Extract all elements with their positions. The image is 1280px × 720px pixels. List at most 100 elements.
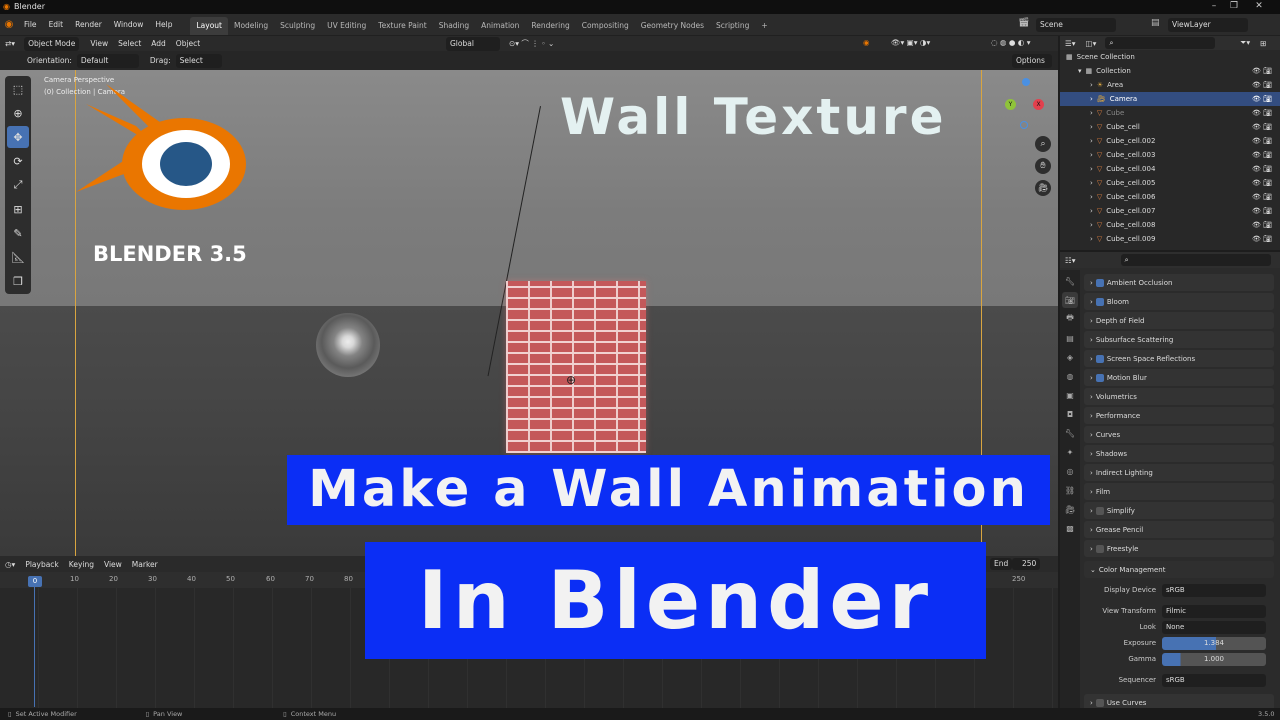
editor-type-icon[interactable]: ⇄▾	[0, 39, 20, 48]
chevron-right-icon[interactable]: ›	[1090, 207, 1093, 215]
render-panel[interactable]: › Bloom	[1084, 293, 1274, 310]
filter-icon[interactable]: ⏷▾	[1235, 38, 1255, 48]
scale-icon[interactable]: ⤢	[7, 174, 29, 196]
scene-selector[interactable]: Scene	[1036, 18, 1116, 32]
playhead[interactable]: 0	[28, 576, 42, 587]
properties-editor-icon[interactable]: ☷▾	[1060, 256, 1081, 265]
visibility-toggle-icon[interactable]: 👁︎ 📷︎	[1252, 137, 1272, 145]
output-tab-icon[interactable]: 🖶︎	[1062, 311, 1078, 327]
chevron-right-icon[interactable]: ›	[1090, 95, 1093, 103]
outliner-search-input[interactable]: ⌕	[1105, 37, 1216, 49]
properties-search-input[interactable]: ⌕	[1120, 254, 1271, 266]
annotate-icon[interactable]: ✎	[7, 222, 29, 244]
panel-checkbox[interactable]	[1095, 506, 1104, 515]
render-panel[interactable]: › Shadows	[1084, 445, 1274, 462]
navigation-gizmo[interactable]: Y X	[1000, 78, 1052, 138]
tab-compositing[interactable]: Compositing	[576, 17, 635, 35]
render-panel[interactable]: › Film	[1084, 483, 1274, 500]
tab-animation[interactable]: Animation	[475, 17, 525, 35]
tool-tab-icon[interactable]: 🔧︎	[1062, 273, 1078, 289]
render-panel[interactable]: › Simplify	[1084, 502, 1274, 519]
tab-layout[interactable]: Layout	[190, 16, 228, 35]
transform-icon[interactable]: ⊞	[7, 198, 29, 220]
camera-view-icon[interactable]: 🎥︎	[1035, 180, 1051, 196]
chevron-right-icon[interactable]: ›	[1090, 221, 1093, 229]
hand-pan-icon[interactable]: ✋︎	[1035, 158, 1051, 174]
chevron-right-icon[interactable]: ›	[1090, 137, 1093, 145]
render-panel[interactable]: › Performance	[1084, 407, 1274, 424]
menu-render[interactable]: Render	[69, 14, 108, 36]
chevron-right-icon[interactable]: ›	[1090, 193, 1093, 201]
chevron-right-icon[interactable]: ›	[1090, 179, 1093, 187]
chevron-right-icon[interactable]: ›	[1090, 81, 1093, 89]
visibility-toggle-icon[interactable]: 👁︎ 📷︎	[1252, 193, 1272, 201]
timeline-menu-playback[interactable]: Playback	[20, 560, 63, 569]
visibility-toggle-icon[interactable]: 👁︎ 📷︎	[1252, 109, 1272, 117]
add-cube-icon[interactable]: ❒	[7, 270, 29, 292]
outliner-item[interactable]: › ▽ Cube_cell.008 👁︎ 📷︎	[1060, 218, 1280, 232]
new-collection-icon[interactable]: ⊞	[1255, 39, 1271, 48]
visibility-toggle-icon[interactable]: 👁︎ 📷︎	[1252, 207, 1272, 215]
chevron-right-icon[interactable]: ›	[1090, 123, 1093, 131]
render-tab-icon[interactable]: 📷︎	[1062, 292, 1078, 308]
texture-tab-icon[interactable]: ▩	[1062, 520, 1078, 536]
outliner-scene-collection[interactable]: ▦ Scene Collection	[1060, 50, 1280, 64]
render-panel[interactable]: › Motion Blur	[1084, 369, 1274, 386]
tab-uv-editing[interactable]: UV Editing	[321, 17, 372, 35]
close-icon[interactable]: ✕	[1250, 1, 1268, 11]
sequencer-select[interactable]: sRGB	[1162, 673, 1266, 687]
render-panel[interactable]: › Curves	[1084, 426, 1274, 443]
render-panel[interactable]: › Ambient Occlusion	[1084, 274, 1274, 291]
menu-object[interactable]: Object	[171, 39, 205, 48]
tab-shading[interactable]: Shading	[433, 17, 475, 35]
panel-checkbox[interactable]	[1095, 278, 1104, 287]
constraints-tab-icon[interactable]: ⛓︎	[1062, 482, 1078, 498]
drag-selector[interactable]: Select Box	[175, 53, 222, 79]
gizmo-y-axis[interactable]: Y	[1005, 99, 1016, 110]
render-panel[interactable]: › Grease Pencil	[1084, 521, 1274, 538]
modifier-tab-icon[interactable]: 🔧︎	[1062, 425, 1078, 441]
tab-modeling[interactable]: Modeling	[228, 17, 274, 35]
outliner-item[interactable]: › ▽ Cube_cell.009 👁︎ 📷︎	[1060, 232, 1280, 246]
visibility-toggle-icon[interactable]: 👁︎ 📷︎	[1252, 67, 1272, 75]
chevron-down-icon[interactable]: ▾	[1078, 67, 1082, 75]
world-tab-icon[interactable]: ◍	[1062, 368, 1078, 384]
gizmo-x-axis[interactable]: X	[1033, 99, 1044, 110]
end-value[interactable]: 250	[1012, 558, 1041, 570]
options-button[interactable]: Options	[1012, 54, 1052, 68]
outliner-item[interactable]: › ▽ Cube_cell.003 👁︎ 📷︎	[1060, 148, 1280, 162]
blender-logo-icon[interactable]: ◉	[0, 19, 18, 30]
render-panel[interactable]: › Depth of Field	[1084, 312, 1274, 329]
tab-scripting[interactable]: Scripting	[710, 17, 755, 35]
panel-checkbox[interactable]	[1095, 373, 1104, 382]
frame-end-field[interactable]: End 250	[990, 558, 1041, 570]
outliner-item[interactable]: › ▽ Cube_cell.005 👁︎ 📷︎	[1060, 176, 1280, 190]
scene-tab-icon[interactable]: ◈	[1062, 349, 1078, 365]
tab-geometry-nodes[interactable]: Geometry Nodes	[635, 17, 710, 35]
gizmo-neg-z[interactable]	[1020, 121, 1028, 129]
view-transform-select[interactable]: Filmic	[1162, 604, 1266, 618]
visibility-toggle-icon[interactable]: 👁︎ 📷︎	[1252, 95, 1272, 103]
chevron-right-icon[interactable]: ›	[1090, 235, 1093, 243]
visibility-toggle-icon[interactable]: 👁︎ 📷︎	[1252, 179, 1272, 187]
add-workspace-button[interactable]: +	[755, 17, 773, 35]
timeline-menu-view[interactable]: View	[99, 560, 127, 569]
outliner-item[interactable]: › ▽ Cube_cell.006 👁︎ 📷︎	[1060, 190, 1280, 204]
physics-tab-icon[interactable]: ◎	[1062, 463, 1078, 479]
look-select[interactable]: None	[1162, 620, 1266, 634]
glass-sphere[interactable]	[316, 313, 380, 377]
outliner-item[interactable]: › ▽ Cube_cell.007 👁︎ 📷︎	[1060, 204, 1280, 218]
menu-select[interactable]: Select	[113, 39, 146, 48]
particles-tab-icon[interactable]: ✦	[1062, 444, 1078, 460]
mode-selector[interactable]: Object Mode	[24, 36, 80, 51]
maximize-icon[interactable]: ❐	[1225, 1, 1243, 11]
timeline-editor-icon[interactable]: ◷▾	[0, 560, 20, 569]
view-layer-tab-icon[interactable]: ▤	[1062, 330, 1078, 346]
move-icon[interactable]: ✥	[7, 126, 29, 148]
chevron-right-icon[interactable]: ›	[1090, 151, 1093, 159]
visibility-toggle-icon[interactable]: 👁︎ 📷︎	[1252, 235, 1272, 243]
visibility-toggle-icon[interactable]: 👁︎ 📷︎	[1252, 151, 1272, 159]
panel-checkbox[interactable]	[1095, 544, 1104, 553]
outliner-display-icon[interactable]: ◫▾	[1081, 39, 1102, 48]
menu-edit[interactable]: Edit	[43, 14, 70, 36]
